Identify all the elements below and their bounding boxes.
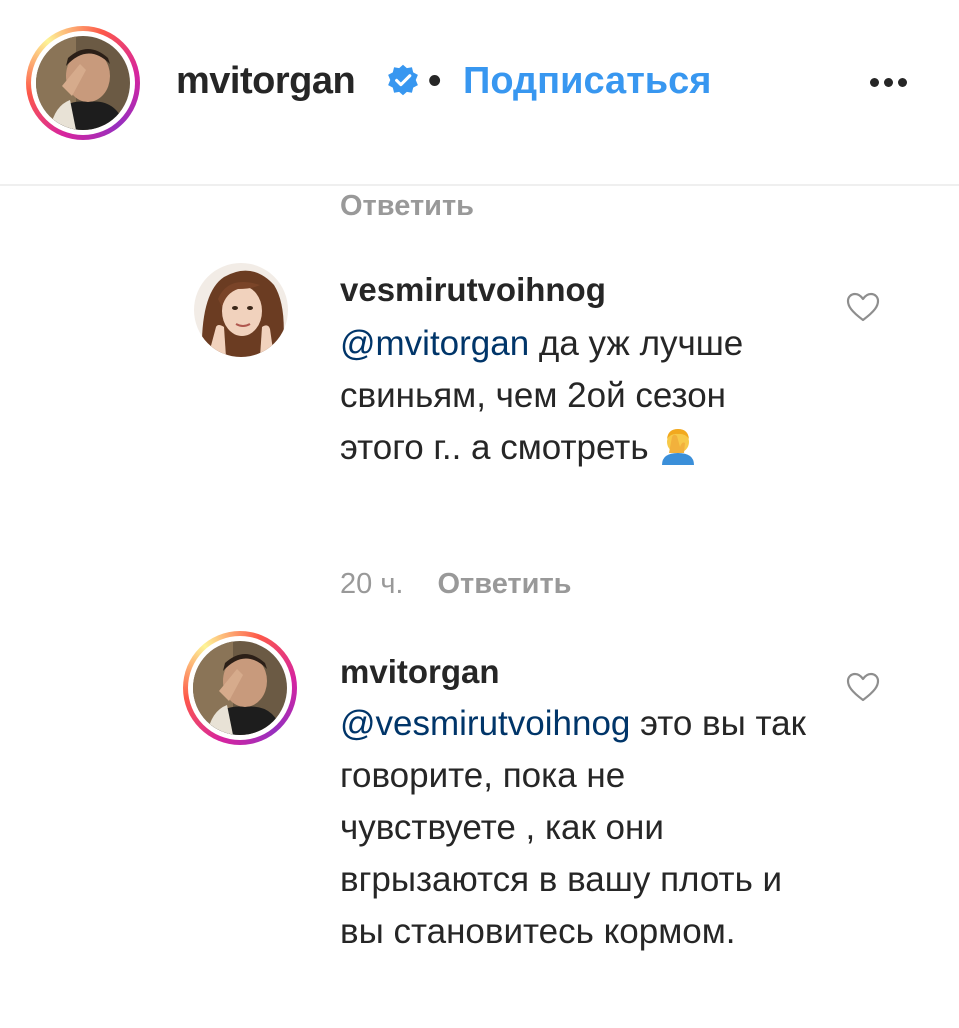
comment-avatar-vesmirutvoihnog[interactable] (194, 263, 288, 357)
header-username[interactable]: mvitorgan (176, 58, 356, 104)
verified-badge-icon (388, 64, 418, 96)
reply-button[interactable]: Ответить (340, 188, 474, 224)
comment-mention[interactable]: @vesmirutvoihnog (340, 704, 630, 743)
like-heart-icon[interactable] (846, 292, 880, 322)
post-header: mvitorgan • Подписаться (0, 0, 959, 160)
comment-text: @mvitorgan да уж лучше свиньям, чем 2ой … (340, 318, 810, 474)
header-separator: • (428, 60, 442, 102)
comment-text: @vesmirutvoihnog это вы так говорите, по… (340, 698, 810, 958)
comment-username[interactable]: vesmirutvoihnog (340, 270, 606, 310)
reply-button[interactable]: Ответить (437, 566, 571, 602)
comment-mention[interactable]: @mvitorgan (340, 324, 529, 363)
more-options-icon[interactable] (862, 68, 914, 96)
follow-button[interactable]: Подписаться (463, 58, 711, 104)
header-divider (0, 184, 959, 186)
comment-meta: 20 ч. Ответить (340, 566, 572, 602)
like-heart-icon[interactable] (846, 672, 880, 702)
avatar-photo-mvitorgan (36, 36, 130, 130)
avatar-photo-mvitorgan (193, 641, 287, 735)
header-avatar[interactable] (26, 26, 140, 140)
comment-avatar-mvitorgan[interactable] (183, 631, 297, 745)
comment-username[interactable]: mvitorgan (340, 652, 500, 692)
comment-timestamp[interactable]: 20 ч. (340, 566, 403, 602)
face-palm-emoji (662, 429, 695, 465)
